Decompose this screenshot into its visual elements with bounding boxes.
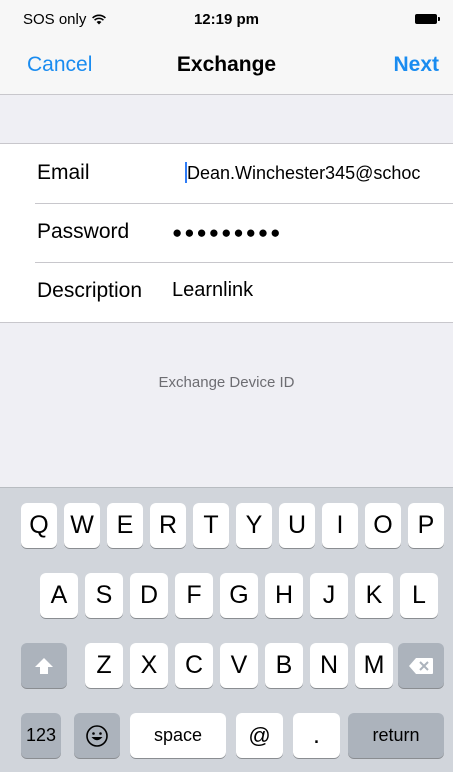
key-t[interactable]: T bbox=[193, 503, 229, 548]
key-n[interactable]: N bbox=[310, 643, 348, 688]
key-r[interactable]: R bbox=[150, 503, 186, 548]
status-time: 12:19 pm bbox=[193, 11, 260, 28]
email-row[interactable]: Email Dean.Winchester345@schoc bbox=[0, 144, 453, 203]
emoji-icon bbox=[86, 724, 108, 747]
key-h[interactable]: H bbox=[265, 573, 303, 618]
email-value: Dean.Winchester345@schoc bbox=[187, 163, 421, 183]
key-b[interactable]: B bbox=[265, 643, 303, 688]
key-m[interactable]: M bbox=[355, 643, 393, 688]
backspace-icon bbox=[409, 657, 433, 674]
exchange-device-id: Exchange Device ID bbox=[158, 374, 295, 391]
return-key[interactable]: return bbox=[348, 713, 444, 758]
description-label: Description bbox=[37, 279, 143, 302]
key-s[interactable]: S bbox=[85, 573, 123, 618]
key-o[interactable]: O bbox=[365, 503, 401, 548]
key-x[interactable]: X bbox=[130, 643, 168, 688]
battery-icon bbox=[415, 14, 440, 24]
password-row[interactable]: Password ●●●●●●●●● bbox=[0, 203, 453, 262]
key-j[interactable]: J bbox=[310, 573, 348, 618]
status-bar: SOS only 12:19 pm bbox=[0, 0, 453, 38]
key-c[interactable]: C bbox=[175, 643, 213, 688]
key-a[interactable]: A bbox=[40, 573, 78, 618]
delete-key[interactable] bbox=[398, 643, 444, 688]
key-p[interactable]: P bbox=[408, 503, 444, 548]
key-d[interactable]: D bbox=[130, 573, 168, 618]
key-l[interactable]: L bbox=[400, 573, 438, 618]
emoji-key[interactable] bbox=[74, 713, 120, 758]
key-i[interactable]: I bbox=[322, 503, 358, 548]
account-form: Email Dean.Winchester345@schoc Password … bbox=[0, 143, 453, 323]
description-row[interactable]: Description Learnlink bbox=[0, 262, 453, 321]
key-g[interactable]: G bbox=[220, 573, 258, 618]
key-w[interactable]: W bbox=[64, 503, 100, 548]
keyboard: Q W E R T Y U I O P A S D F G H J K L Z … bbox=[0, 487, 453, 772]
numbers-key[interactable]: 123 bbox=[21, 713, 61, 758]
description-field[interactable]: Learnlink bbox=[172, 279, 253, 302]
email-label: Email bbox=[37, 161, 90, 184]
key-q[interactable]: Q bbox=[21, 503, 57, 548]
key-k[interactable]: K bbox=[355, 573, 393, 618]
key-z[interactable]: Z bbox=[85, 643, 123, 688]
nav-bar: Cancel Exchange Next bbox=[0, 38, 453, 95]
at-key[interactable]: @ bbox=[236, 713, 283, 758]
password-label: Password bbox=[37, 220, 130, 243]
next-button[interactable]: Next bbox=[393, 53, 439, 77]
space-key[interactable]: space bbox=[130, 713, 226, 758]
key-u[interactable]: U bbox=[279, 503, 315, 548]
key-f[interactable]: F bbox=[175, 573, 213, 618]
password-field[interactable]: ●●●●●●●●● bbox=[172, 223, 282, 243]
dot-key[interactable]: . bbox=[293, 713, 340, 758]
shift-icon bbox=[35, 657, 53, 674]
nav-title: Exchange bbox=[176, 53, 277, 76]
shift-key[interactable] bbox=[21, 643, 67, 688]
email-field[interactable]: Dean.Winchester345@schoc bbox=[185, 162, 433, 184]
key-e[interactable]: E bbox=[107, 503, 143, 548]
key-y[interactable]: Y bbox=[236, 503, 272, 548]
key-v[interactable]: V bbox=[220, 643, 258, 688]
